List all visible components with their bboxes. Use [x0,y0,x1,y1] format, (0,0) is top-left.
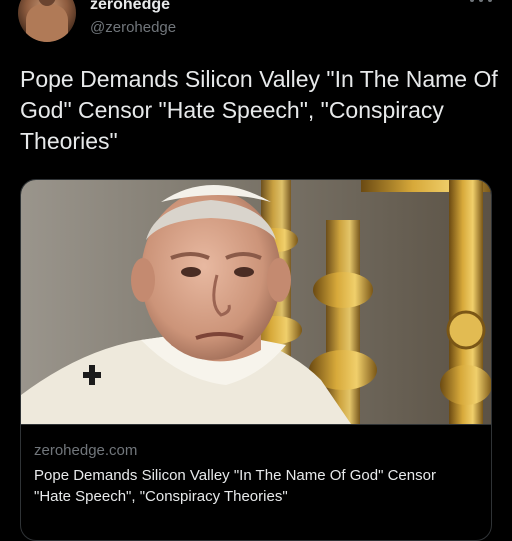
more-dot [488,0,492,2]
card-title: Pope Demands Silicon Valley "In The Name… [34,467,436,505]
card-image[interactable] [21,180,491,424]
more-icon[interactable] [470,0,492,6]
card-domain: zerohedge.com [34,442,138,459]
card-meta[interactable]: zerohedge.com Pope Demands Silicon Valle… [21,424,491,540]
card-photo [21,180,491,424]
more-dot [479,0,483,2]
avatar[interactable] [18,0,76,42]
avatar-torso [26,4,68,42]
more-dot [470,0,474,2]
display-name[interactable]: zerohedge [90,0,170,14]
tweet-header: zerohedge @zerohedge [0,0,512,52]
link-card[interactable]: zerohedge.com Pope Demands Silicon Valle… [20,179,492,541]
tweet-text: Pope Demands Silicon Valley "In The Name… [20,66,498,154]
user-handle[interactable]: @zerohedge [90,19,176,36]
